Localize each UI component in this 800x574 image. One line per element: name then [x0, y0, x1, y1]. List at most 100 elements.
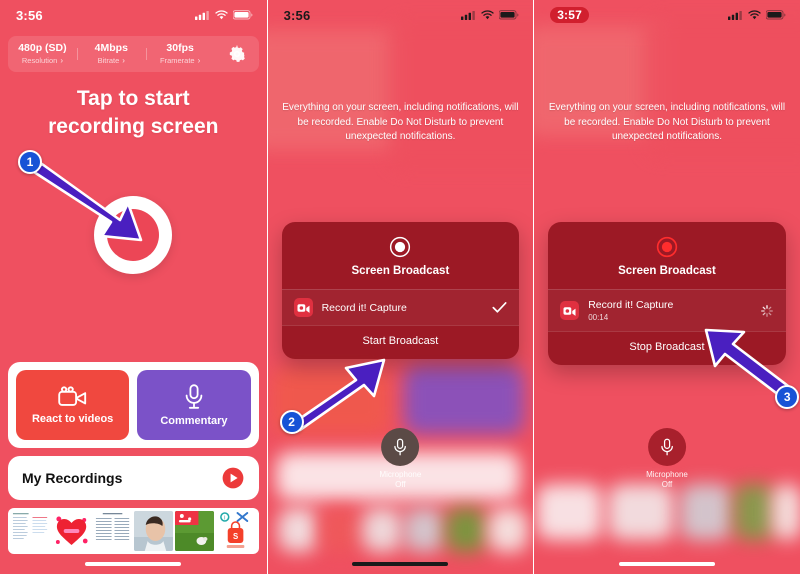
status-indicators [727, 10, 786, 20]
record-it-capture-icon [293, 298, 313, 317]
camera-glyph-icon [563, 306, 576, 316]
recording-notice-text: Everything on your screen, including not… [548, 102, 786, 142]
microphone-label-line-2: Off [661, 480, 673, 489]
video-camera-icon [57, 385, 86, 406]
play-circle-icon[interactable] [221, 466, 245, 490]
sheet-title: Screen Broadcast [618, 265, 716, 277]
start-broadcast-button[interactable]: Start Broadcast [281, 325, 520, 359]
shopping-app-thumbnail-icon: i S [216, 511, 256, 551]
thumbnail-item[interactable] [93, 511, 133, 551]
setting-resolution-label-text: Resolution [21, 56, 58, 65]
setting-bitrate[interactable]: 4Mbps Bitrate › [76, 42, 146, 66]
quick-actions-card: React to videos Commentary [8, 362, 259, 448]
commentary-label: Commentary [160, 414, 228, 427]
chevron-right-icon: › [122, 56, 125, 65]
record-button[interactable] [94, 196, 173, 274]
setting-resolution[interactable]: 480p (SD) Resolution › [8, 42, 77, 66]
microphone-label: Microphone Off [379, 470, 421, 490]
stop-broadcast-button[interactable]: Stop Broadcast [548, 331, 786, 365]
broadcast-timer: 00:14 [588, 313, 609, 322]
spinner-icon [760, 304, 773, 317]
sheet-header: Screen Broadcast [548, 222, 786, 289]
broadcast-app-row[interactable]: Record it! Capture [281, 289, 520, 325]
wifi-icon [481, 10, 494, 20]
setting-framerate-value: 30fps [166, 42, 194, 54]
microphone-toggle[interactable]: Microphone Off [379, 428, 421, 490]
setting-bitrate-value: 4Mbps [94, 42, 128, 54]
my-recordings-row[interactable]: My Recordings [8, 456, 259, 500]
status-bar: 3:57 [534, 0, 800, 30]
sheet-header: Screen Broadcast [282, 222, 520, 289]
thumbnail-item[interactable]: i S [216, 511, 256, 551]
svg-text:i: i [225, 516, 226, 522]
signal-bars-icon [461, 11, 475, 20]
setting-bitrate-label: Bitrate › [77, 55, 146, 66]
microphone-circle[interactable] [647, 428, 686, 466]
setting-resolution-label: Resolution › [8, 55, 77, 66]
phone-screen-panel-2: 3:56 Everything on your screen, includin… [266, 0, 534, 574]
broadcast-app-row[interactable]: Record it! Capture 00:14 [548, 289, 786, 331]
setting-framerate-label: Framerate › [146, 55, 215, 66]
gear-icon [229, 45, 245, 62]
settings-gear-button[interactable] [215, 44, 259, 64]
commentary-button[interactable]: Commentary [137, 370, 251, 440]
wifi-icon [748, 10, 761, 20]
microphone-toggle[interactable]: Microphone Off [646, 428, 688, 490]
broadcast-app-name: Record it! Capture [588, 299, 674, 311]
red-heart-thumbnail-icon [52, 511, 92, 551]
microphone-label-line-2: Off [395, 480, 406, 489]
chevron-right-icon: › [60, 56, 63, 65]
react-to-videos-button[interactable]: React to videos [16, 370, 130, 440]
setting-framerate[interactable]: 30fps Framerate › [145, 42, 215, 66]
record-dot-active-icon [656, 236, 678, 258]
broadcast-app-name: Record it! Capture [321, 301, 407, 314]
battery-icon [765, 10, 786, 20]
signal-bars-icon [194, 11, 209, 20]
tutorial-screenshot-board: 3:56 480p (SD) Resolution › 4Mbps Bitrat… [0, 0, 800, 574]
status-clock-recording: 3:57 [550, 7, 590, 23]
recordings-thumbnail-strip[interactable]: i S [8, 508, 259, 554]
status-clock: 3:56 [283, 7, 311, 23]
status-clock: 3:56 [16, 7, 43, 23]
setting-bitrate-label-text: Bitrate [97, 56, 120, 65]
battery-icon [499, 10, 519, 20]
thumbnail-item[interactable] [175, 511, 215, 551]
status-bar: 3:56 [0, 0, 267, 30]
thumbnail-item[interactable] [134, 511, 174, 551]
person-photo-thumbnail-icon [134, 511, 174, 551]
broadcast-app-texts: Record it! Capture [322, 301, 484, 315]
step-badge-2: 2 [279, 410, 304, 434]
sheet-title: Screen Broadcast [351, 265, 450, 277]
setting-framerate-label-text: Framerate [160, 56, 195, 65]
thumbnail-item[interactable] [52, 511, 92, 551]
microphone-label-line-1: Microphone [379, 470, 422, 479]
thumbnail-item[interactable] [11, 511, 51, 551]
recording-notice-text: Everything on your screen, including not… [282, 102, 519, 142]
microphone-label: Microphone Off [646, 470, 688, 490]
broadcast-app-texts: Record it! Capture 00:14 [588, 298, 751, 323]
microphone-icon [661, 438, 673, 455]
react-to-videos-label: React to videos [31, 412, 114, 425]
step-badge-1: 1 [18, 150, 42, 174]
chevron-right-icon: › [197, 56, 201, 65]
checkmark-icon [492, 302, 507, 313]
svg-text:S: S [233, 532, 238, 541]
record-dot-icon [390, 236, 411, 258]
home-indicator [618, 562, 715, 566]
home-indicator [352, 562, 449, 566]
signal-bars-icon [727, 11, 742, 20]
my-recordings-label: My Recordings [22, 470, 123, 486]
list-document-thumbnail-icon [93, 511, 133, 551]
headline-line-1: Tap to start [76, 87, 190, 110]
record-it-capture-icon [560, 301, 580, 320]
status-indicators [461, 10, 519, 20]
wifi-icon [214, 10, 228, 20]
page-title: Tap to start recording screen [0, 85, 267, 141]
status-bar: 3:56 [268, 0, 534, 30]
setting-resolution-value: 480p (SD) [18, 42, 67, 54]
settings-bar: 480p (SD) Resolution › 4Mbps Bitrate › 3… [8, 36, 259, 72]
screen-broadcast-sheet: Screen Broadcast Record it! Capture Star… [281, 222, 520, 359]
microphone-circle[interactable] [381, 428, 420, 466]
home-indicator [85, 562, 182, 566]
battery-icon [232, 10, 253, 20]
